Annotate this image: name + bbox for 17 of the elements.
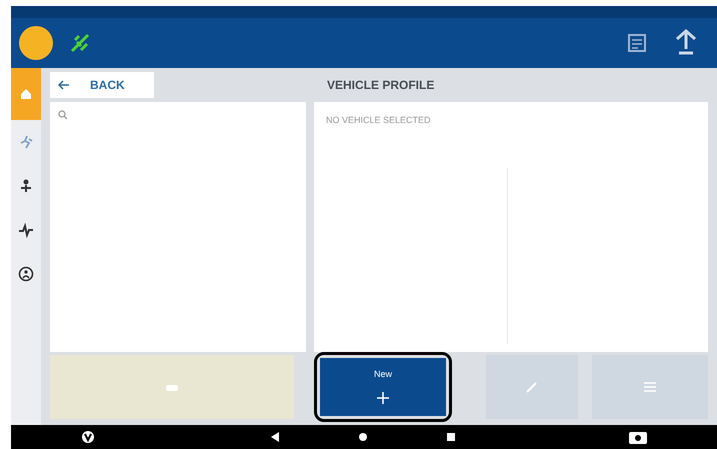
plus-icon (375, 390, 391, 406)
empty-message: NO VEHICLE SELECTED (325, 114, 432, 127)
back-triangle-icon[interactable] (271, 432, 279, 442)
plus-action-button[interactable]: New (320, 358, 446, 416)
home-dot-icon[interactable] (359, 433, 367, 441)
person-icon (18, 266, 34, 282)
back-arrow-icon (58, 80, 70, 90)
pulse-icon (18, 222, 34, 238)
back-button[interactable]: BACK (50, 72, 154, 98)
camera-icon[interactable] (629, 430, 647, 444)
search-icon[interactable] (58, 110, 68, 120)
upload-icon[interactable] (675, 29, 697, 57)
profile-avatar[interactable] (19, 26, 53, 60)
document-icon[interactable] (627, 32, 647, 54)
home-icon (18, 86, 34, 102)
satellite-icon (69, 32, 91, 54)
page-title: VEHICLE PROFILE (327, 77, 434, 94)
